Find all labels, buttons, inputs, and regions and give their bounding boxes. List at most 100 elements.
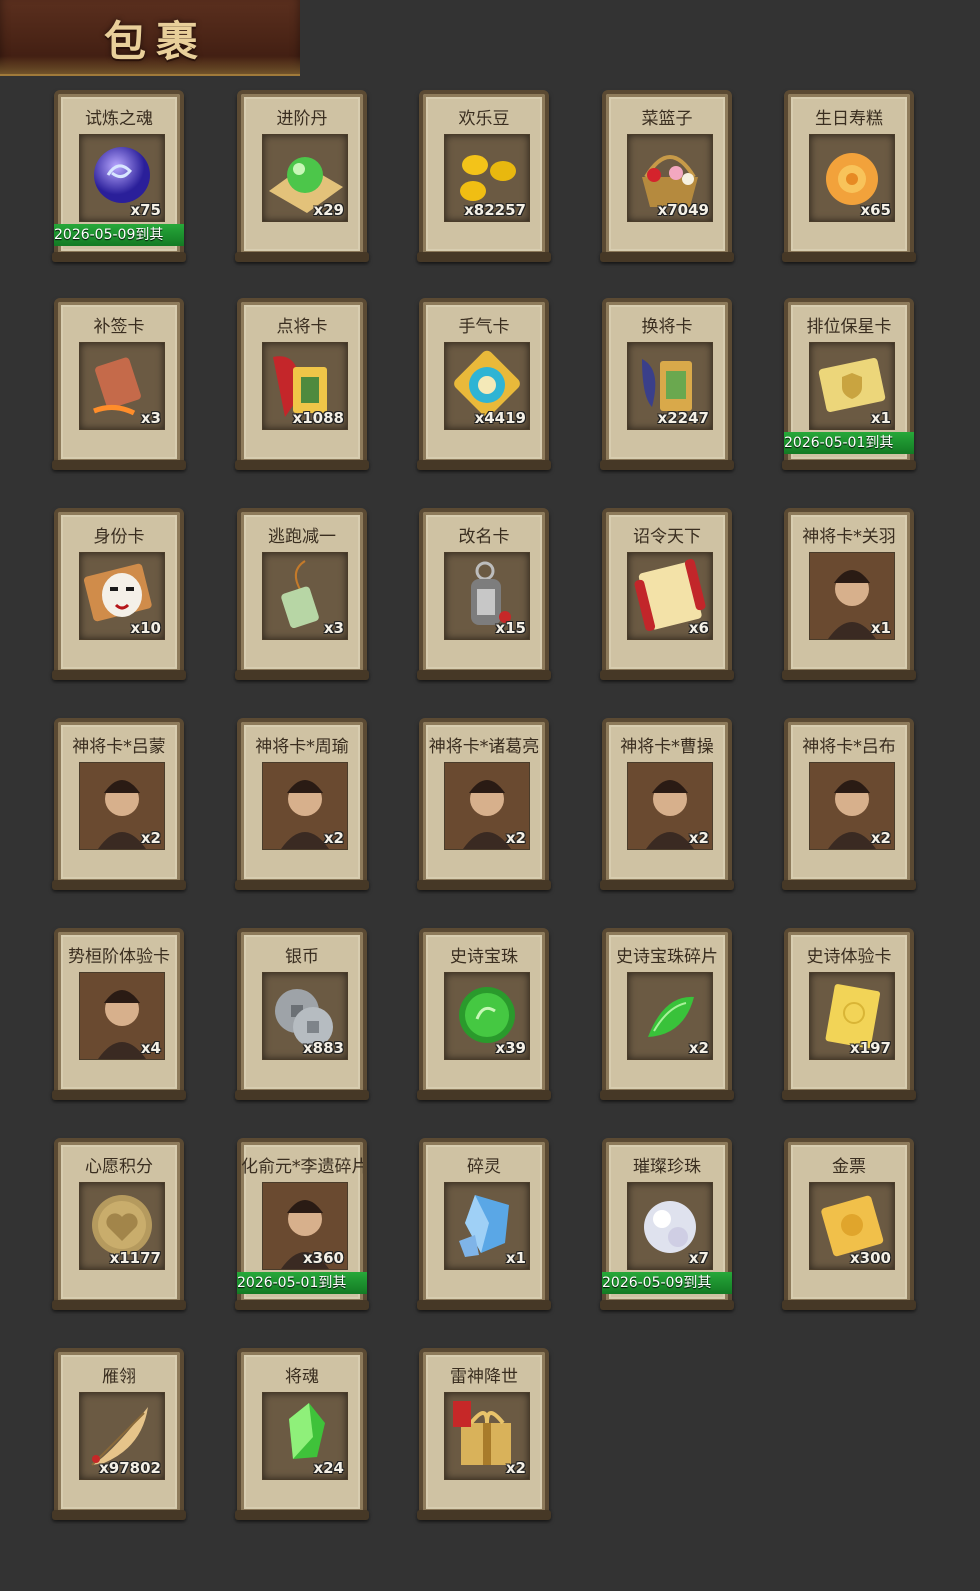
item-card[interactable]: 史诗体验卡 x197: [782, 928, 916, 1100]
gold-beans-icon: x82257: [444, 134, 530, 222]
item-quantity: x300: [850, 1249, 891, 1267]
item-quantity: x65: [860, 201, 891, 219]
item-quantity: x883: [303, 1039, 344, 1057]
item-card[interactable]: 神将卡*曹操 x2: [600, 718, 734, 890]
item-name: 化俞元*李遗碎片: [241, 1157, 363, 1177]
item-quantity: x1: [870, 409, 891, 427]
item-name: 神将卡*关羽: [802, 527, 896, 547]
item-name: 势桓阶体验卡: [68, 947, 170, 967]
item-name: 神将卡*吕布: [802, 737, 896, 757]
item-card[interactable]: 化俞元*李遗碎片 x360 2026-05-01到其: [235, 1138, 369, 1310]
general-portrait-icon: x360: [262, 1182, 348, 1270]
item-card[interactable]: 雁翎 x97802: [52, 1348, 186, 1520]
gift-box-icon: x2: [444, 1392, 530, 1480]
item-quantity: x2: [505, 829, 526, 847]
item-card[interactable]: 补签卡 x3: [52, 298, 186, 470]
item-name: 换将卡: [641, 317, 693, 337]
pearl-icon: x7: [627, 1182, 713, 1270]
item-card[interactable]: 进阶丹 x29: [235, 90, 369, 262]
item-card[interactable]: 神将卡*诸葛亮 x2: [417, 718, 551, 890]
item-card[interactable]: 换将卡 x2247: [600, 298, 734, 470]
item-name: 手气卡: [458, 317, 510, 337]
item-card[interactable]: 手气卡 x4419: [417, 298, 551, 470]
item-name: 菜篮子: [641, 109, 693, 129]
item-quantity: x2: [688, 1039, 709, 1057]
item-name: 将魂: [285, 1367, 319, 1387]
expiry-badge: 2026-05-01到其: [784, 432, 914, 454]
feather-icon: x97802: [79, 1392, 165, 1480]
item-name: 逃跑减一: [268, 527, 336, 547]
item-quantity: x2: [688, 829, 709, 847]
general-portrait-icon: x2: [627, 762, 713, 850]
item-quantity: x1177: [109, 1249, 161, 1267]
item-card[interactable]: 神将卡*吕蒙 x2: [52, 718, 186, 890]
item-name: 雁翎: [102, 1367, 136, 1387]
name-tag-icon: x15: [444, 552, 530, 640]
item-card[interactable]: 银币 x883: [235, 928, 369, 1100]
item-card[interactable]: 神将卡*吕布 x2: [782, 718, 916, 890]
general-portrait-icon: x4: [79, 972, 165, 1060]
item-card[interactable]: 改名卡 x15: [417, 508, 551, 680]
item-quantity: x3: [323, 619, 344, 637]
item-name: 身份卡: [93, 527, 145, 547]
item-quantity: x2: [140, 829, 161, 847]
item-card[interactable]: 排位保星卡 x1 2026-05-01到其: [782, 298, 916, 470]
item-card[interactable]: 身份卡 x10: [52, 508, 186, 680]
item-card[interactable]: 逃跑减一 x3: [235, 508, 369, 680]
item-name: 神将卡*诸葛亮: [428, 737, 540, 757]
item-card[interactable]: 神将卡*关羽 x1: [782, 508, 916, 680]
item-quantity: x3: [140, 409, 161, 427]
item-name: 进阶丹: [276, 109, 328, 129]
item-card[interactable]: 璀璨珍珠 x7 2026-05-09到其: [600, 1138, 734, 1310]
item-quantity: x1088: [292, 409, 344, 427]
item-card[interactable]: 碎灵 x1: [417, 1138, 551, 1310]
item-card[interactable]: 心愿积分 x1177: [52, 1138, 186, 1310]
item-quantity: x360: [303, 1249, 344, 1267]
gold-ticket-icon: x300: [809, 1182, 895, 1270]
item-name: 璀璨珍珠: [633, 1157, 701, 1177]
item-quantity: x4419: [474, 409, 526, 427]
item-quantity: x7049: [657, 201, 709, 219]
item-card[interactable]: 欢乐豆 x82257: [417, 90, 551, 262]
general-portrait-icon: x2: [262, 762, 348, 850]
item-card[interactable]: 史诗宝珠 x39: [417, 928, 551, 1100]
green-crystal-icon: x24: [262, 1392, 348, 1480]
item-quantity: x10: [130, 619, 161, 637]
item-name: 试炼之魂: [85, 109, 153, 129]
item-card[interactable]: 点将卡 x1088: [235, 298, 369, 470]
item-card[interactable]: 将魂 x24: [235, 1348, 369, 1520]
item-card[interactable]: 神将卡*周瑜 x2: [235, 718, 369, 890]
item-card[interactable]: 史诗宝珠碎片 x2: [600, 928, 734, 1100]
item-card[interactable]: 诏令天下 x6: [600, 508, 734, 680]
expiry-badge: 2026-05-09到其: [602, 1272, 732, 1294]
inventory-page: 包裹 试炼之魂 x75 2026-05-09到其 进阶丹 x29 欢乐豆 x82257 菜篮子…: [0, 0, 980, 1591]
green-shard-icon: x2: [627, 972, 713, 1060]
general-portrait-icon: x2: [79, 762, 165, 850]
item-quantity: x2: [323, 829, 344, 847]
luck-card-icon: x4419: [444, 342, 530, 430]
item-card[interactable]: 金票 x300: [782, 1138, 916, 1310]
item-name: 生日寿糕: [815, 109, 883, 129]
item-name: 史诗体验卡: [806, 947, 892, 967]
item-quantity: x2: [870, 829, 891, 847]
expiry-badge: 2026-05-09到其: [54, 224, 184, 246]
star-shield-card-icon: x1: [809, 342, 895, 430]
general-portrait-icon: x2: [444, 762, 530, 850]
item-card[interactable]: 势桓阶体验卡 x4: [52, 928, 186, 1100]
item-name: 雷神降世: [450, 1367, 518, 1387]
general-portrait-icon: x1: [809, 552, 895, 640]
item-name: 金票: [832, 1157, 866, 1177]
item-card[interactable]: 雷神降世 x2: [417, 1348, 551, 1520]
item-card[interactable]: 试炼之魂 x75 2026-05-09到其: [52, 90, 186, 262]
item-grid: 试炼之魂 x75 2026-05-09到其 进阶丹 x29 欢乐豆 x82257 菜篮子 x70…: [0, 0, 980, 1591]
item-quantity: x1: [870, 619, 891, 637]
item-quantity: x1: [505, 1249, 526, 1267]
heart-coin-icon: x1177: [79, 1182, 165, 1270]
page-title: 包裹: [104, 17, 209, 66]
item-name: 欢乐豆: [458, 109, 510, 129]
item-quantity: x7: [688, 1249, 709, 1267]
item-card[interactable]: 菜篮子 x7049: [600, 90, 734, 262]
item-card[interactable]: 生日寿糕 x65: [782, 90, 916, 262]
silver-coins-icon: x883: [262, 972, 348, 1060]
item-quantity: x6: [688, 619, 709, 637]
